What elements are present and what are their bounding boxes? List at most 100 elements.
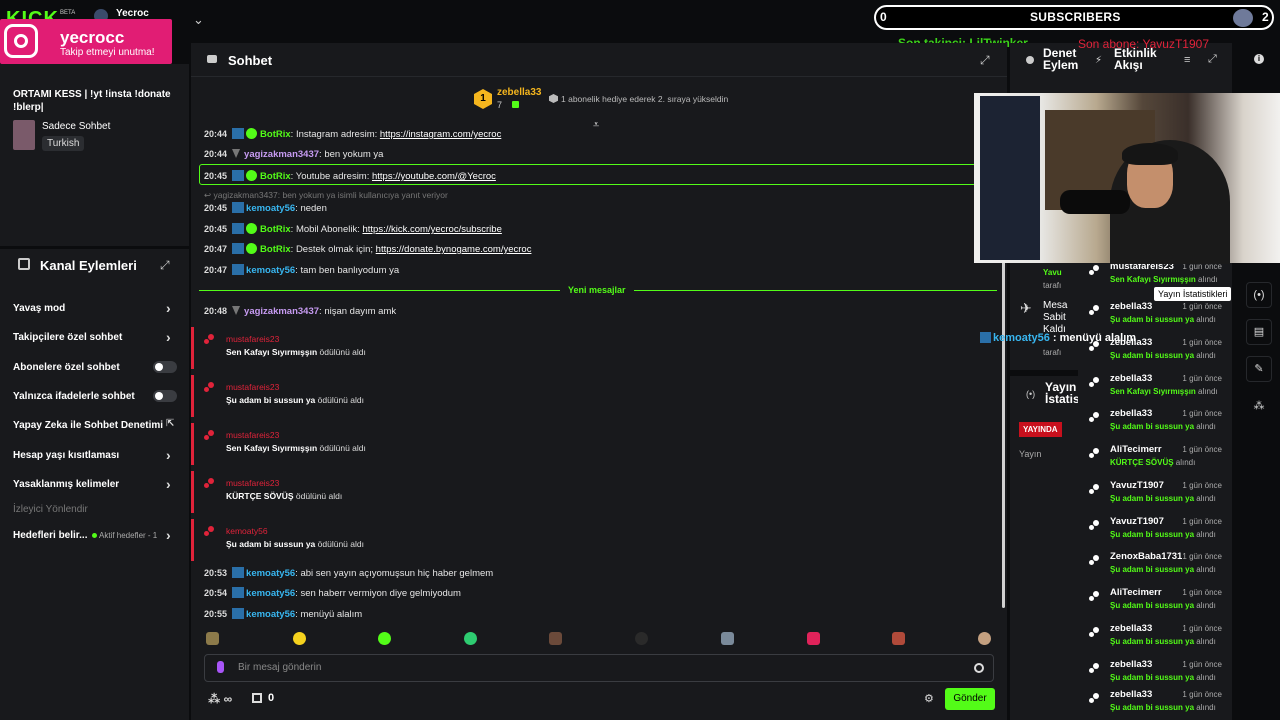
followers-only-item[interactable]: Takipçilere özel sohbet	[13, 332, 122, 343]
reward-bar	[191, 423, 194, 465]
chat-username[interactable]: BotRix	[260, 224, 291, 235]
gear-icon[interactable]: ⚙	[924, 692, 934, 705]
chevron-right-icon[interactable]: ›	[166, 527, 171, 543]
subscribers-left-count: 0	[880, 10, 887, 24]
chevron-right-icon[interactable]: ›	[166, 476, 171, 492]
chat-username[interactable]: kemoaty56	[246, 588, 295, 599]
chat-input[interactable]	[204, 654, 994, 682]
emote[interactable]	[464, 632, 477, 645]
reward-user[interactable]: kemoaty56	[226, 526, 268, 536]
stream-stats-button[interactable]: (•)	[1246, 282, 1272, 308]
chevron-right-icon[interactable]: ›	[166, 329, 171, 345]
category-thumbnail[interactable]	[13, 120, 35, 150]
slow-mode-item[interactable]: Yavaş mod	[13, 303, 65, 314]
activity-event: zebella33 1 gün önce Şu adam bi sussun ya …	[1088, 405, 1228, 439]
beta-label: BETA	[60, 10, 76, 16]
reward-user[interactable]: mustafareis23	[226, 478, 279, 488]
stream-category[interactable]: Sadece Sohbet	[42, 121, 110, 132]
reward-text: Şu adam bi sussun ya ödülünü aldı	[226, 395, 364, 405]
emote[interactable]	[807, 632, 820, 645]
reward-icon	[1089, 305, 1100, 316]
chat-username[interactable]: BotRix	[260, 244, 291, 255]
emote[interactable]	[549, 632, 562, 645]
activity-event: YavuzT1907 1 gün önce Şu adam bi sussun ya…	[1088, 513, 1228, 547]
reward-icon	[204, 334, 216, 344]
chat-message: 20:44 BotRix: Instagram adresim: https://…	[204, 128, 502, 140]
chat-link[interactable]: https://donate.bynogame.com/yecroc	[376, 244, 532, 255]
chevron-right-icon[interactable]: ›	[166, 300, 171, 316]
emote[interactable]	[378, 632, 391, 645]
language-tag[interactable]: Turkish	[42, 136, 85, 151]
pinned-user[interactable]: zebella33	[497, 87, 541, 98]
reward-icon	[1089, 591, 1100, 602]
chat-username[interactable]: yagizakman3437	[244, 306, 319, 317]
reward-user[interactable]: mustafareis23	[226, 430, 279, 440]
channel-name[interactable]: Yecroc	[116, 8, 149, 19]
points[interactable]: ⁂ ∞	[208, 692, 232, 706]
reward-text: Sen Kafayı Sıyırmışşın ödülünü aldı	[226, 443, 366, 453]
tools-button[interactable]: ✎	[1246, 356, 1272, 382]
external-link-icon[interactable]: ⇱	[166, 418, 174, 429]
reward-icon	[1089, 377, 1100, 388]
reward-icon	[1089, 693, 1100, 704]
reward-icon	[204, 430, 216, 440]
send-button[interactable]: Gönder	[945, 688, 995, 710]
chat-username[interactable]: kemoaty56	[246, 203, 295, 214]
reward-user[interactable]: mustafareis23	[226, 334, 279, 344]
emote[interactable]	[293, 632, 306, 645]
activity-event: zebella33 1 gün önce Şu adam bi sussun ya …	[1088, 298, 1228, 332]
chat-link[interactable]: https://instagram.com/yecroc	[380, 129, 501, 140]
pinned-message: 1 abonelik hediye ederek 2. sıraya yükse…	[549, 94, 728, 104]
chevron-right-icon[interactable]: ›	[166, 447, 171, 463]
banned-words-item[interactable]: Yasaklanmış kelimeler	[13, 479, 119, 490]
wrench-icon: ✎	[1254, 363, 1264, 375]
chat-username[interactable]: kemoaty56	[246, 568, 295, 579]
emote[interactable]	[892, 632, 905, 645]
gift-icon[interactable]	[252, 693, 262, 703]
popout-icon[interactable]: ⤢	[980, 53, 990, 68]
reward-bar	[191, 327, 194, 369]
emote-only-toggle[interactable]	[153, 390, 177, 402]
filter-icon[interactable]: ≡	[1184, 54, 1190, 66]
reply-indicator[interactable]: ↩ yagizakman3437: ben yokum ya isimli ku…	[204, 190, 448, 201]
kick-badge-icon	[232, 202, 245, 213]
scroll-down-icon[interactable]: ⩡	[593, 119, 599, 132]
ai-moderation-item[interactable]: Yapay Zeka ile Sohbet Denetimi	[13, 420, 163, 431]
activity-event: zebella33 1 gün önce Sen Kafayı Sıyırmışşı…	[1088, 370, 1228, 404]
verified-icon	[246, 128, 258, 139]
emote[interactable]	[206, 632, 219, 645]
viewer-redirect[interactable]: İzleyici Yönlendir	[13, 504, 88, 515]
subscribers-only-toggle[interactable]	[153, 361, 177, 373]
chat-link[interactable]: https://kick.com/yecroc/subscribe	[362, 224, 501, 235]
community-button[interactable]: ⁂	[1246, 394, 1272, 420]
reward-text: KÜRTÇE SÖVÜŞ ödülünü aldı	[226, 491, 343, 501]
chevron-down-icon[interactable]: ⌄	[193, 12, 204, 28]
reward-icon	[1089, 663, 1100, 674]
chat-username[interactable]: kemoaty56	[246, 609, 295, 620]
expand-icon[interactable]: ⤢	[1208, 53, 1217, 66]
emoji-icon[interactable]	[974, 663, 984, 673]
chat-title: Sohbet	[228, 53, 273, 68]
info-icon[interactable]: i	[1254, 54, 1264, 64]
mod-actions-title: Denet Eylem	[1043, 46, 1079, 72]
emote[interactable]	[635, 632, 648, 645]
account-age-item[interactable]: Hesap yaşı kısıtlaması	[13, 450, 119, 461]
chat-message: 20:47 kemoaty56: tam ben banlıyodum ya	[204, 264, 400, 276]
webcam-jersey	[980, 96, 1040, 260]
layout-button[interactable]: ▤	[1246, 319, 1272, 345]
goals-item[interactable]: Hedefleri belir...	[13, 530, 87, 541]
chat-username[interactable]: BotRix	[260, 171, 291, 182]
expand-icon[interactable]: ⤢	[160, 258, 170, 273]
chat-username[interactable]: yagizakman3437	[244, 149, 319, 160]
emote[interactable]	[721, 632, 734, 645]
subscribers-right-count: 2	[1262, 10, 1269, 24]
reward-user[interactable]: mustafareis23	[226, 382, 279, 392]
emote[interactable]	[978, 632, 991, 645]
chat-link[interactable]: https://youtube.com/@Yecroc	[372, 171, 496, 182]
mic-icon[interactable]	[217, 661, 224, 673]
chat-username[interactable]: BotRix	[260, 129, 291, 140]
divider	[1010, 370, 1078, 376]
chat-username[interactable]: kemoaty56	[246, 265, 295, 276]
emote-only-item: Yalnızca ifadelerle sohbet	[13, 391, 135, 402]
stream-label: Yayın	[1019, 449, 1042, 459]
